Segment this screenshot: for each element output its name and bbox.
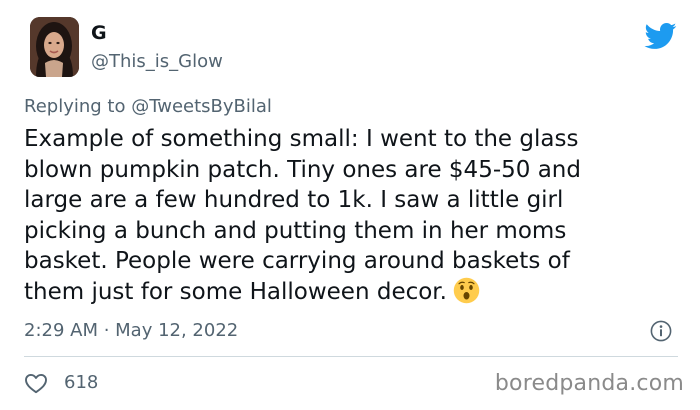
replying-to-line: Replying to @TweetsByBilal — [24, 96, 272, 118]
tweet-text-last-line: them just for some Halloween decor. — [24, 277, 664, 308]
like-button[interactable]: 618 — [24, 371, 98, 395]
info-icon[interactable] — [650, 320, 672, 342]
watermark: boredpanda.com — [494, 371, 684, 396]
tweet-timestamp[interactable]: 2:29 AM · May 12, 2022 — [24, 320, 238, 342]
hushed-face-emoji — [453, 277, 480, 304]
tweet-text-line: large are a few hundred to 1k. I saw a l… — [24, 187, 564, 214]
tweet-card: G @This_is_Glow Replying to @TweetsByBil… — [0, 0, 700, 410]
like-count: 618 — [64, 372, 99, 393]
tweet-text-line: Example of something small: I went to th… — [24, 126, 579, 152]
reply-mention-link[interactable]: @TweetsByBilal — [131, 96, 272, 117]
divider — [24, 356, 678, 357]
replying-to-label: Replying to — [24, 96, 126, 117]
author-display-name[interactable]: G — [91, 22, 107, 44]
tweet-text-line: basket. People were carrying around bask… — [24, 248, 570, 275]
tweet-text-line: blown pumpkin patch. Tiny ones are $45-5… — [24, 156, 581, 183]
avatar-photo — [30, 17, 79, 77]
author-handle[interactable]: @This_is_Glow — [91, 51, 223, 73]
tweet-text: Example of something small: I went to th… — [24, 124, 664, 308]
twitter-bird-icon[interactable] — [643, 22, 677, 50]
tweet-text-line: them just for some Halloween decor. — [24, 278, 447, 305]
avatar[interactable] — [30, 17, 79, 77]
heart-icon — [25, 373, 47, 394]
tweet-text-line: picking a bunch and putting them in her … — [24, 217, 567, 244]
